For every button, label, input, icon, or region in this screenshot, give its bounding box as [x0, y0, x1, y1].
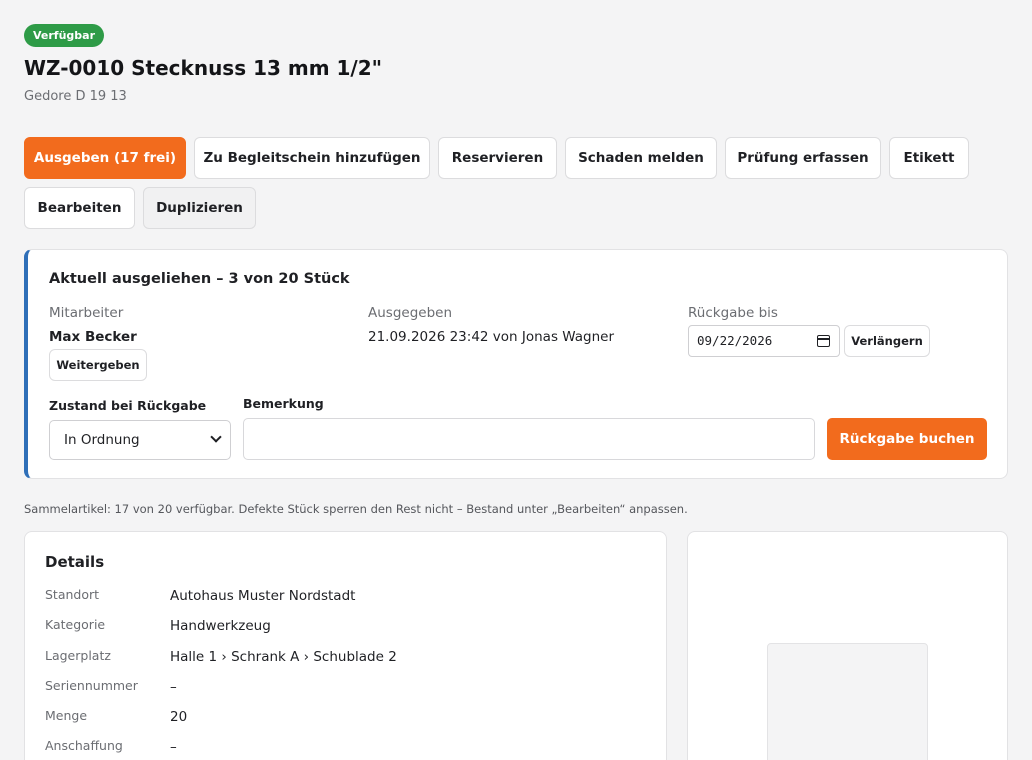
remark-input[interactable] — [243, 418, 815, 460]
pass-on-button[interactable]: Weitergeben — [49, 349, 147, 381]
return-date-value: 09/22/2026 — [697, 333, 773, 348]
details-row: Lagerplatz Halle 1 › Schrank A › Schubla… — [45, 648, 645, 672]
checkout-button[interactable]: Ausgeben (17 frei) — [24, 137, 186, 179]
details-row: Anschaffung – — [45, 738, 645, 760]
employee-name: Max Becker — [49, 329, 137, 345]
details-row: Seriennummer – — [45, 678, 645, 702]
details-value: Autohaus Muster Nordstadt — [170, 588, 356, 604]
duplicate-button[interactable]: Duplizieren — [143, 187, 256, 229]
issued-value: 21.09.2026 23:42 von Jonas Wagner — [368, 329, 615, 345]
details-value: – — [170, 739, 177, 755]
details-value: – — [170, 679, 177, 695]
record-inspection-button[interactable]: Prüfung erfassen — [725, 137, 881, 179]
details-key: Seriennummer — [45, 678, 138, 693]
condition-label: Zustand bei Rückgabe — [49, 398, 207, 413]
details-key: Kategorie — [45, 617, 106, 632]
return-date-label: Rückgabe bis — [688, 305, 778, 321]
details-card: Details Standort Autohaus Muster Nordsta… — [24, 531, 667, 760]
details-value: Handwerkzeug — [170, 618, 271, 634]
extend-button[interactable]: Verlängern — [844, 325, 930, 357]
edit-button[interactable]: Bearbeiten — [24, 187, 135, 229]
condition-select[interactable]: In Ordnung — [49, 420, 231, 460]
chevron-down-icon — [210, 431, 222, 443]
details-key: Menge — [45, 708, 88, 723]
add-to-slip-button[interactable]: Zu Begleitschein hinzufügen — [194, 137, 430, 179]
employee-label: Mitarbeiter — [49, 305, 124, 321]
calendar-icon[interactable] — [817, 335, 830, 347]
image-card — [687, 531, 1008, 760]
current-loan-card: Aktuell ausgeliehen – 3 von 20 Stück Mit… — [24, 249, 1008, 479]
issued-label: Ausgegeben — [368, 305, 453, 321]
remark-label: Bemerkung — [243, 396, 324, 411]
return-date-input[interactable]: 09/22/2026 — [688, 325, 840, 357]
loan-title: Aktuell ausgeliehen – 3 von 20 Stück — [49, 271, 350, 287]
image-placeholder — [767, 643, 928, 760]
details-key: Lagerplatz — [45, 648, 111, 663]
condition-value: In Ordnung — [64, 432, 140, 448]
details-value: Halle 1 › Schrank A › Schublade 2 — [170, 649, 397, 665]
page-subtitle: Gedore D 19 13 — [24, 89, 127, 104]
details-row: Standort Autohaus Muster Nordstadt — [45, 587, 645, 611]
report-damage-button[interactable]: Schaden melden — [565, 137, 717, 179]
details-row: Kategorie Handwerkzeug — [45, 617, 645, 641]
details-key: Standort — [45, 587, 100, 602]
reserve-button[interactable]: Reservieren — [438, 137, 557, 179]
details-title: Details — [45, 553, 105, 571]
label-button[interactable]: Etikett — [889, 137, 969, 179]
details-key: Anschaffung — [45, 738, 123, 753]
book-return-button[interactable]: Rückgabe buchen — [827, 418, 987, 460]
page-title: WZ-0010 Stecknuss 13 mm 1/2" — [24, 56, 383, 80]
status-badge: Verfügbar — [24, 24, 105, 47]
collective-item-note: Sammelartikel: 17 von 20 verfügbar. Defe… — [24, 502, 688, 516]
details-row: Menge 20 — [45, 708, 645, 732]
details-value: 20 — [170, 709, 188, 725]
